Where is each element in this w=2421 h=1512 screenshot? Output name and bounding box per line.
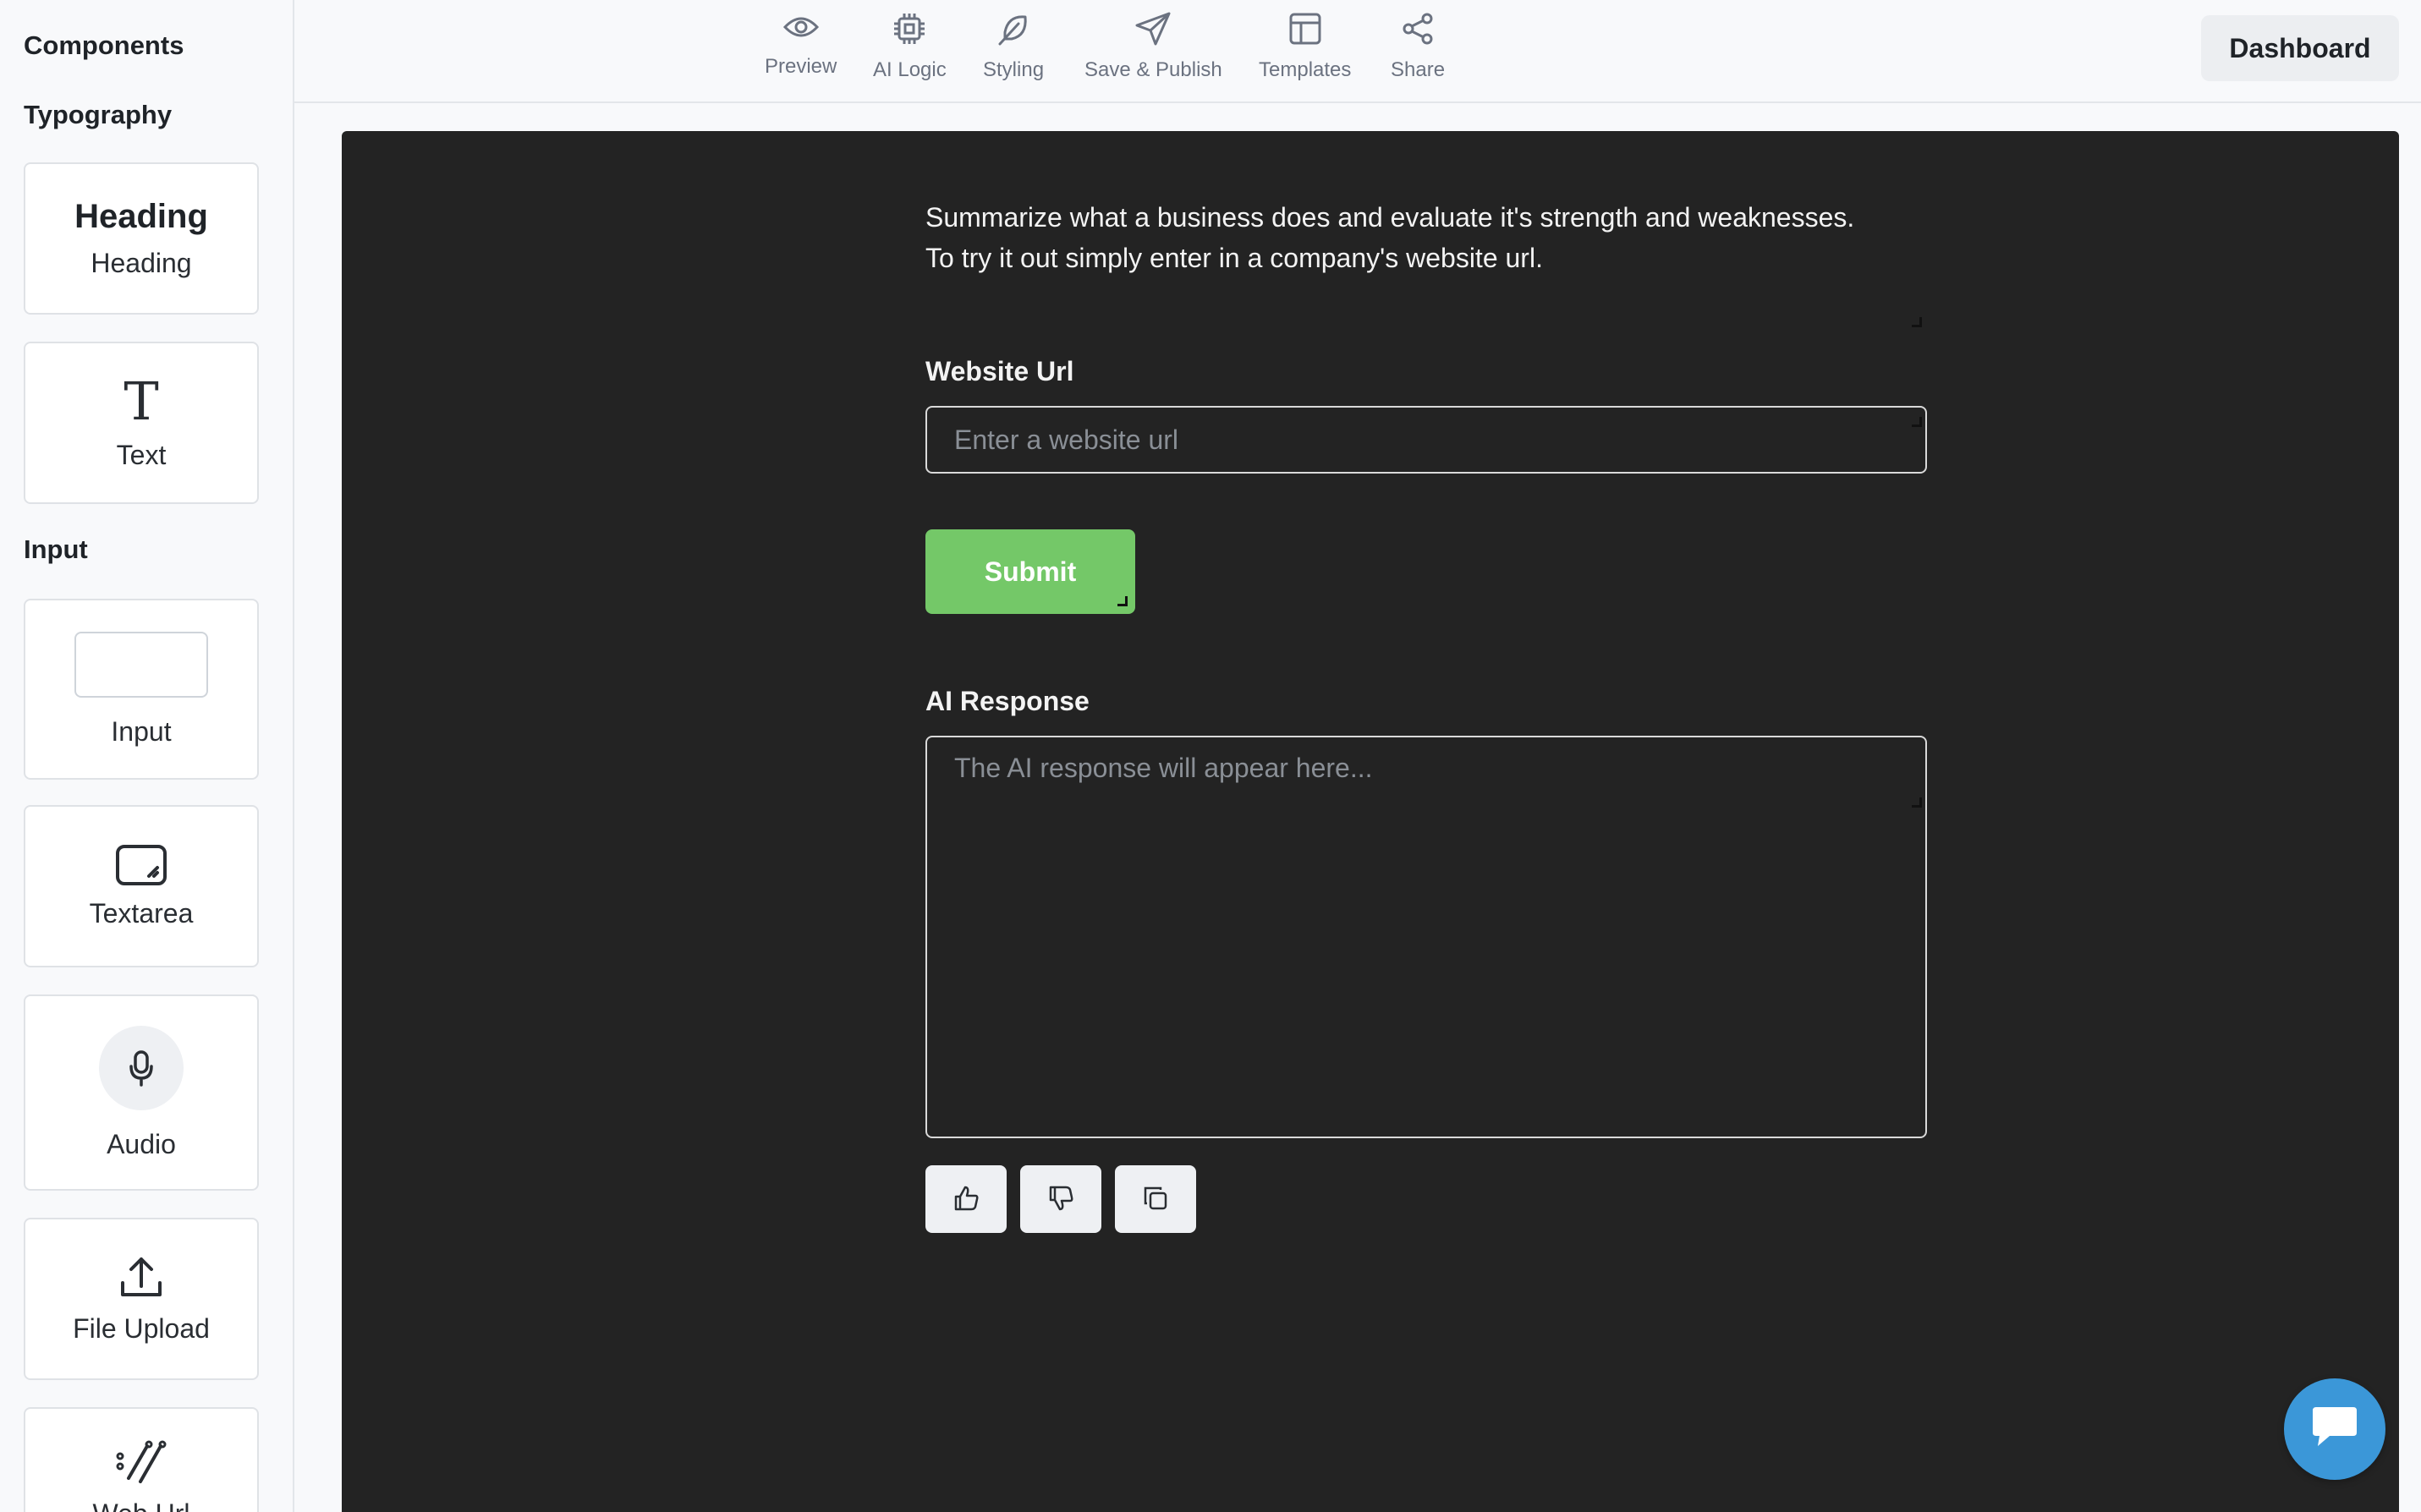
resize-handle[interactable]: [1117, 596, 1128, 606]
heading-preview: Heading: [74, 198, 208, 235]
microphone-icon: [99, 1025, 184, 1110]
section-typography: Typography: [24, 100, 173, 129]
styling-label: Styling: [983, 58, 1045, 81]
component-audio-label: Audio: [107, 1128, 176, 1159]
templates-button[interactable]: Templates: [1259, 12, 1351, 82]
component-audio[interactable]: Audio: [24, 994, 259, 1191]
app-root: Components Typography Heading Heading T …: [0, 0, 2421, 1512]
web-url-icon: [115, 1439, 167, 1487]
component-heading-label: Heading: [91, 248, 192, 278]
copy-button[interactable]: [1115, 1165, 1196, 1233]
component-text-label: Text: [116, 439, 167, 470]
component-textarea[interactable]: Textarea: [24, 805, 259, 967]
section-input: Input: [24, 534, 88, 564]
copy-icon: [1142, 1185, 1169, 1214]
component-file-upload[interactable]: File Upload: [24, 1218, 259, 1380]
component-web-url[interactable]: Web Url: [24, 1407, 259, 1512]
resize-handle[interactable]: [1912, 797, 1922, 808]
component-heading[interactable]: Heading Heading: [24, 162, 259, 315]
website-url-input[interactable]: [925, 406, 1927, 474]
textarea-icon: [115, 844, 167, 886]
thumbs-down-button[interactable]: [1020, 1165, 1101, 1233]
chat-launcher-button[interactable]: [2284, 1378, 2385, 1480]
thumbs-down-icon: [1047, 1185, 1074, 1214]
styling-button[interactable]: Styling: [983, 12, 1044, 82]
ai-logic-label: AI Logic: [873, 58, 947, 81]
input-preview-icon: [74, 631, 208, 698]
chat-icon: [2309, 1404, 2360, 1455]
component-textarea-label: Textarea: [89, 897, 194, 929]
ai-response-label: AI Response: [925, 686, 1090, 716]
share-label: Share: [1391, 58, 1446, 81]
preview-button[interactable]: Preview: [765, 12, 837, 79]
description-line-2: To try it out simply enter in a company'…: [925, 243, 1543, 273]
upload-icon: [118, 1254, 165, 1301]
components-sidebar: Components Typography Heading Heading T …: [0, 0, 294, 1512]
website-url-label: Website Url: [925, 356, 1074, 386]
app-description[interactable]: Summarize what a business does and evalu…: [925, 197, 1941, 278]
app-canvas: Summarize what a business does and evalu…: [342, 131, 2399, 1512]
templates-label: Templates: [1259, 58, 1352, 81]
submit-button[interactable]: Submit: [925, 529, 1135, 614]
save-publish-label: Save & Publish: [1084, 58, 1222, 81]
resize-handle[interactable]: [1912, 317, 1922, 327]
preview-label: Preview: [765, 55, 837, 78]
component-file-upload-label: File Upload: [73, 1312, 210, 1344]
layout-icon: [1288, 12, 1322, 52]
send-icon: [1135, 12, 1171, 52]
component-text[interactable]: T Text: [24, 342, 259, 504]
save-publish-button[interactable]: Save & Publish: [1084, 12, 1222, 82]
component-input-label: Input: [111, 715, 172, 747]
ai-logic-button[interactable]: AI Logic: [873, 12, 947, 82]
thumbs-up-icon: [952, 1185, 980, 1214]
share-icon: [1401, 12, 1435, 52]
dashboard-button[interactable]: Dashboard: [2201, 15, 2399, 81]
text-icon: T: [124, 370, 159, 432]
component-input[interactable]: Input: [24, 599, 259, 780]
sidebar-title: Components: [24, 30, 184, 60]
resize-handle[interactable]: [1912, 417, 1922, 427]
top-toolbar: Preview AI Logic Styling Save & Publish …: [294, 0, 2421, 103]
feather-icon: [996, 12, 1030, 52]
eye-icon: [782, 12, 820, 48]
ai-response-textarea[interactable]: [925, 736, 1927, 1138]
thumbs-up-button[interactable]: [925, 1165, 1007, 1233]
description-line-1: Summarize what a business does and evalu…: [925, 202, 1855, 233]
chip-icon: [892, 12, 926, 52]
share-button[interactable]: Share: [1391, 12, 1445, 82]
component-web-url-label: Web Url: [93, 1498, 190, 1512]
